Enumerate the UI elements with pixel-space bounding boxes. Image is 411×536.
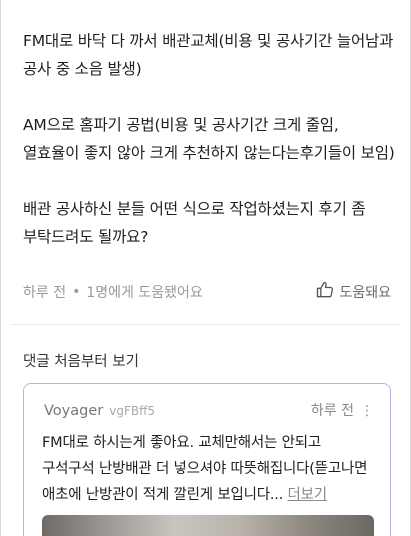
read-more-link[interactable]: 더보기 xyxy=(288,487,328,503)
post-paragraph: AM으로 홈파기 공법(비용 및 공사기간 크게 줄임, 열효율이 좋지 않아 … xyxy=(23,116,395,162)
post-meta-row: 하루 전 • 1명에게 도움됐어요 도움돼요 xyxy=(23,280,391,304)
comment-handle: vgFBff5 xyxy=(109,404,155,418)
section-divider xyxy=(11,324,400,325)
post-paragraph: FM대로 바닥 다 까서 배관교체(비용 및 공사기간 늘어남과 공사 중 소음… xyxy=(23,32,394,78)
helpful-button[interactable]: 도움돼요 xyxy=(315,280,391,304)
comment-card: Voyager vgFBff5 하루 전 ⋮ FM대로 하시는게 좋아요. 교체… xyxy=(23,383,391,536)
comment-author[interactable]: Voyager xyxy=(44,403,103,419)
comment-image[interactable] xyxy=(42,515,374,536)
post-paragraph: 배관 공사하신 분들 어떤 식으로 작업하셨는지 후기 좀 부탁드려도 될까요? xyxy=(23,200,366,246)
helpful-count: 1명에게 도움됐어요 xyxy=(86,285,203,301)
helpful-button-label: 도움돼요 xyxy=(339,285,391,301)
comment-text: FM대로 하시는게 좋아요. 교체만해서는 안되고 구석구석 난방배관 더 넣으… xyxy=(42,430,376,508)
thumbs-up-icon xyxy=(315,280,339,304)
post-meta: 하루 전 • 1명에게 도움됐어요 xyxy=(23,282,203,302)
comment-time: 하루 전 xyxy=(310,403,354,419)
post-time: 하루 전 xyxy=(23,285,67,301)
separator-dot: • xyxy=(72,284,81,300)
view-comments-from-start[interactable]: 댓글 처음부터 보기 xyxy=(23,350,139,371)
comment-header: Voyager vgFBff5 하루 전 ⋮ xyxy=(44,400,374,420)
post-body: FM대로 바닥 다 까서 배관교체(비용 및 공사기간 늘어남과 공사 중 소음… xyxy=(23,27,395,251)
more-options-icon[interactable]: ⋮ xyxy=(360,403,374,419)
